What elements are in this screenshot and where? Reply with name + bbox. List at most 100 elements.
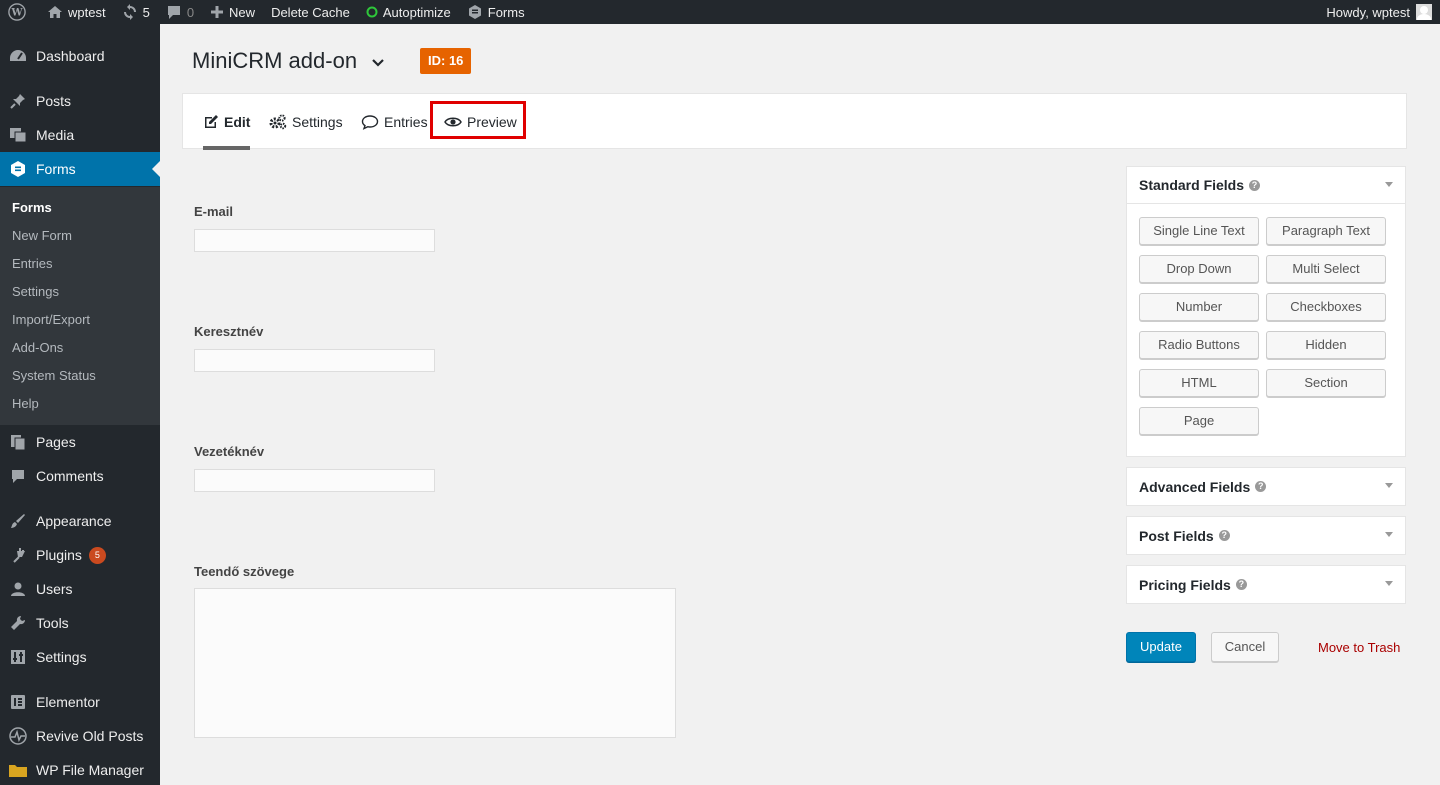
- updates-count: 5: [142, 4, 150, 20]
- caret-down-icon[interactable]: [1385, 581, 1393, 586]
- submenu-entries[interactable]: Entries: [12, 256, 52, 271]
- comments-count: 0: [186, 4, 195, 20]
- email-field[interactable]: [194, 229, 435, 252]
- menu-appearance[interactable]: Appearance: [0, 504, 160, 538]
- submenu-settings[interactable]: Settings: [12, 284, 59, 299]
- tab-settings-label: Settings: [292, 114, 343, 130]
- menu-media-label: Media: [36, 127, 75, 143]
- task-text-textarea[interactable]: [194, 588, 676, 738]
- tab-settings[interactable]: Settings: [269, 94, 343, 150]
- cancel-button[interactable]: Cancel: [1211, 632, 1279, 662]
- menu-settings[interactable]: Settings: [0, 640, 160, 674]
- post-fields-header[interactable]: Post Fields ?: [1127, 517, 1405, 554]
- field-label-task-text: Teendő szövege: [194, 564, 295, 579]
- plus-icon: [211, 6, 224, 18]
- submenu-system-status[interactable]: System Status: [12, 368, 96, 383]
- single-line-text-button[interactable]: Single Line Text: [1139, 217, 1259, 245]
- caret-down-icon[interactable]: [1385, 532, 1393, 537]
- menu-posts-label: Posts: [36, 93, 72, 109]
- pricing-fields-title: Pricing Fields: [1139, 576, 1231, 593]
- multi-select-button[interactable]: Multi Select: [1266, 255, 1386, 283]
- plug-icon: [0, 547, 36, 563]
- form-tab-bar: Edit Settings Entries Preview: [182, 93, 1407, 150]
- admin-bar: W wptest 5 0 New Delete Cache Autoptimiz…: [0, 0, 1440, 24]
- menu-users[interactable]: Users: [0, 572, 160, 606]
- menu-pages-label: Pages: [36, 434, 76, 450]
- folder-icon: [0, 762, 36, 778]
- menu-revive-old-posts[interactable]: Revive Old Posts: [0, 719, 160, 753]
- media-icon: [0, 127, 36, 143]
- menu-posts[interactable]: Posts: [0, 84, 160, 118]
- standard-fields-header[interactable]: Standard Fields ?: [1127, 167, 1405, 204]
- move-to-trash-link[interactable]: Move to Trash: [1318, 640, 1400, 655]
- menu-dashboard[interactable]: Dashboard: [0, 39, 160, 73]
- autoptimize-link[interactable]: Autoptimize: [358, 0, 459, 24]
- menu-elementor-label: Elementor: [36, 694, 100, 710]
- menu-elementor[interactable]: Elementor: [0, 685, 160, 719]
- menu-pages[interactable]: Pages: [0, 425, 160, 459]
- forms-label: Forms: [487, 4, 525, 20]
- tab-entries[interactable]: Entries: [361, 94, 428, 150]
- pricing-fields-panel: Pricing Fields ?: [1126, 565, 1406, 604]
- delete-cache-link[interactable]: Delete Cache: [263, 0, 358, 24]
- menu-wp-file-manager[interactable]: WP File Manager: [0, 753, 160, 785]
- comments-icon: [0, 469, 36, 484]
- menu-revive-label: Revive Old Posts: [36, 728, 144, 744]
- advanced-fields-header[interactable]: Advanced Fields ?: [1127, 468, 1405, 505]
- submenu-add-ons[interactable]: Add-Ons: [12, 340, 63, 355]
- tab-entries-label: Entries: [384, 114, 428, 130]
- menu-tools[interactable]: Tools: [0, 606, 160, 640]
- help-icon[interactable]: ?: [1235, 579, 1247, 590]
- menu-settings-label: Settings: [36, 649, 87, 665]
- caret-down-icon[interactable]: [1385, 483, 1393, 488]
- paintbrush-icon: [0, 513, 36, 529]
- tab-edit[interactable]: Edit: [203, 94, 251, 150]
- wordpress-logo-icon[interactable]: W: [0, 0, 39, 24]
- page-button[interactable]: Page: [1139, 407, 1259, 435]
- first-name-field[interactable]: [194, 349, 435, 372]
- help-icon[interactable]: ?: [1218, 530, 1230, 541]
- section-button[interactable]: Section: [1266, 369, 1386, 397]
- help-icon[interactable]: ?: [1249, 179, 1261, 191]
- menu-plugins[interactable]: Plugins 5: [0, 538, 160, 572]
- menu-tools-label: Tools: [36, 615, 69, 631]
- drop-down-button[interactable]: Drop Down: [1139, 255, 1259, 283]
- radio-buttons-button[interactable]: Radio Buttons: [1139, 331, 1259, 359]
- forms-icon: [468, 5, 481, 19]
- number-button[interactable]: Number: [1139, 293, 1259, 321]
- submenu-import-export[interactable]: Import/Export: [12, 312, 90, 327]
- sliders-icon: [0, 649, 36, 665]
- chevron-down-icon[interactable]: [371, 48, 385, 74]
- menu-plugins-label: Plugins: [36, 547, 82, 563]
- pricing-fields-header[interactable]: Pricing Fields ?: [1127, 566, 1405, 603]
- menu-media[interactable]: Media: [0, 118, 160, 152]
- forms-link[interactable]: Forms: [459, 0, 533, 24]
- update-button[interactable]: Update: [1126, 632, 1196, 662]
- updates-link[interactable]: 5: [114, 0, 158, 24]
- advanced-fields-title: Advanced Fields: [1139, 478, 1251, 495]
- new-content-link[interactable]: New: [202, 0, 263, 24]
- account-link[interactable]: Howdy, wptest: [1318, 0, 1440, 24]
- site-name-link[interactable]: wptest: [39, 0, 114, 24]
- menu-forms[interactable]: Forms: [0, 152, 160, 186]
- menu-comments[interactable]: Comments: [0, 459, 160, 493]
- hidden-button[interactable]: Hidden: [1266, 331, 1386, 359]
- wrench-icon: [0, 615, 36, 631]
- paragraph-text-button[interactable]: Paragraph Text: [1266, 217, 1386, 245]
- advanced-fields-panel: Advanced Fields ?: [1126, 467, 1406, 506]
- submenu-help[interactable]: Help: [12, 396, 39, 411]
- pages-icon: [0, 434, 36, 450]
- forms-submenu: Forms New Form Entries Settings Import/E…: [0, 187, 160, 425]
- last-name-field[interactable]: [194, 469, 435, 492]
- submenu-new-form[interactable]: New Form: [12, 228, 72, 243]
- menu-appearance-label: Appearance: [36, 513, 112, 529]
- form-title[interactable]: MiniCRM add-on: [192, 48, 385, 74]
- caret-down-icon[interactable]: [1385, 182, 1393, 187]
- submenu-forms[interactable]: Forms: [12, 200, 52, 215]
- help-icon[interactable]: ?: [1255, 481, 1267, 492]
- checkboxes-button[interactable]: Checkboxes: [1266, 293, 1386, 321]
- pushpin-icon: [0, 93, 36, 109]
- html-button[interactable]: HTML: [1139, 369, 1259, 397]
- comments-link[interactable]: 0: [158, 0, 202, 24]
- home-icon: [48, 6, 62, 18]
